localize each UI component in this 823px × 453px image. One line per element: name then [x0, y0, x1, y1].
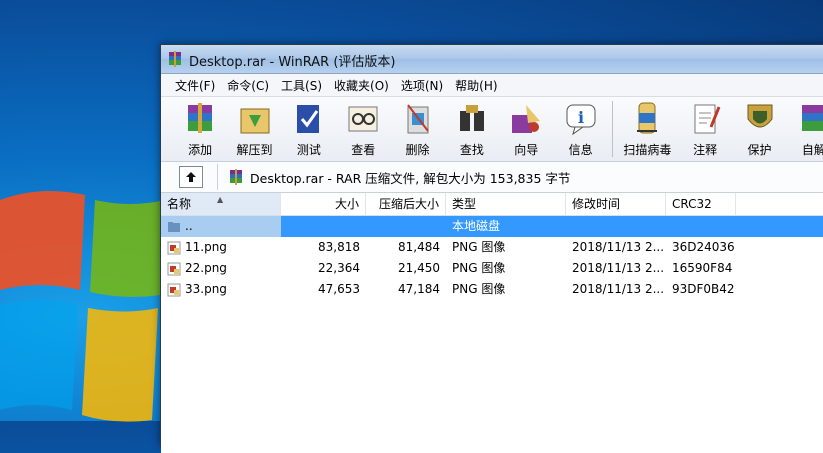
file-size: 22,364 [318, 261, 360, 275]
png-file-icon [167, 262, 181, 275]
test-button[interactable]: 测试 [282, 97, 336, 163]
file-list: ▲ 名称 大小 压缩后大小 类型 修改时间 CRC32 .. 本地磁盘 11.p… [161, 193, 823, 453]
extract-button[interactable]: 解压到 [227, 97, 281, 163]
virus-scan-button[interactable]: 扫描病毒 [617, 97, 678, 163]
table-row[interactable]: 11.png 83,818 81,484 PNG 图像 2018/11/13 2… [161, 237, 823, 258]
protect-label: 保护 [747, 143, 772, 157]
add-icon [188, 103, 213, 133]
file-size: 83,818 [318, 240, 360, 254]
windows-logo-icon [0, 191, 165, 422]
delete-button[interactable]: 删除 [390, 97, 444, 163]
parent-folder-icon [168, 221, 180, 232]
add-button[interactable]: 添加 [173, 97, 227, 163]
menu-favorites[interactable]: 收藏夹(O) [328, 75, 395, 96]
file-modified [566, 216, 666, 237]
find-button[interactable]: 查找 [445, 97, 499, 163]
protect-button[interactable]: 保护 [732, 97, 786, 163]
winrar-window: Desktop.rar - WinRAR (评估版本) 文件(F) 命令(C) … [160, 44, 823, 453]
virus-scan-label: 扫描病毒 [623, 143, 672, 157]
winrar-app-icon [169, 51, 181, 67]
protect-icon [747, 104, 772, 128]
up-folder-button[interactable] [179, 166, 203, 188]
column-crc32[interactable]: CRC32 [666, 193, 736, 215]
up-arrow-icon [186, 172, 196, 182]
table-row[interactable]: 33.png 47,653 47,184 PNG 图像 2018/11/13 2… [161, 279, 823, 300]
comment-button[interactable]: 注释 [678, 97, 732, 163]
extract-icon [240, 108, 270, 134]
info-icon: i [566, 104, 596, 136]
view-button[interactable]: 查看 [336, 97, 390, 163]
sfx-button[interactable]: 自解 [787, 97, 823, 163]
add-label: 添加 [188, 143, 213, 157]
wizard-label: 向导 [514, 143, 539, 157]
file-size: 47,653 [318, 282, 360, 296]
title-bar[interactable]: Desktop.rar - WinRAR (评估版本) [161, 45, 823, 74]
wizard-button[interactable]: 向导 [499, 97, 553, 163]
test-icon [296, 105, 319, 133]
file-modified: 2018/11/13 2... [572, 261, 665, 275]
file-type: PNG 图像 [452, 240, 506, 254]
comment-icon [694, 104, 721, 134]
archive-path-text: Desktop.rar - RAR 压缩文件, 解包大小为 153,835 字节 [250, 170, 571, 186]
column-modified[interactable]: 修改时间 [566, 193, 666, 215]
column-type[interactable]: 类型 [446, 193, 566, 215]
table-row[interactable]: .. 本地磁盘 [161, 216, 823, 237]
file-packed-size [366, 216, 446, 237]
extract-label: 解压到 [236, 143, 273, 157]
column-header: ▲ 名称 大小 压缩后大小 类型 修改时间 CRC32 [161, 193, 823, 216]
find-icon [459, 105, 484, 131]
column-name-label: 名称 [167, 197, 192, 211]
file-packed-size: 47,184 [398, 282, 440, 296]
find-label: 查找 [459, 143, 484, 157]
info-button[interactable]: i 信息 [553, 97, 607, 163]
file-modified: 2018/11/13 2... [572, 240, 665, 254]
menu-file[interactable]: 文件(F) [169, 75, 221, 96]
virus-scan-icon [637, 102, 658, 134]
column-packed[interactable]: 压缩后大小 [366, 193, 446, 215]
file-crc32: 93DF0B42 [672, 282, 735, 296]
rar-archive-icon [230, 169, 242, 185]
menu-bar: 文件(F) 命令(C) 工具(S) 收藏夹(O) 选项(N) 帮助(H) [161, 74, 823, 97]
sort-ascending-icon: ▲ [217, 195, 224, 204]
column-size[interactable]: 大小 [281, 193, 366, 215]
sfx-icon [801, 105, 823, 131]
table-row[interactable]: 22.png 22,364 21,450 PNG 图像 2018/11/13 2… [161, 258, 823, 279]
file-size [281, 216, 366, 237]
window-title: Desktop.rar - WinRAR (评估版本) [189, 55, 396, 70]
toolbar-separator [611, 101, 613, 157]
menu-commands[interactable]: 命令(C) [221, 75, 275, 96]
file-modified: 2018/11/13 2... [572, 282, 665, 296]
file-name: 22.png [185, 261, 227, 275]
file-packed-size: 81,484 [398, 240, 440, 254]
view-icon [348, 106, 378, 132]
file-type: PNG 图像 [452, 282, 506, 296]
svg-text:i: i [578, 108, 584, 127]
menu-tools[interactable]: 工具(S) [275, 75, 328, 96]
file-crc32 [666, 216, 736, 237]
delete-icon [406, 104, 429, 134]
sfx-label: 自解 [801, 143, 823, 157]
test-label: 测试 [296, 143, 321, 157]
file-crc32: 36D24036 [672, 240, 735, 254]
png-file-icon [167, 283, 181, 296]
wizard-icon [512, 105, 541, 133]
delete-label: 删除 [405, 143, 430, 157]
file-crc32: 16590F84 [672, 261, 733, 275]
menu-help[interactable]: 帮助(H) [449, 75, 503, 96]
menu-options[interactable]: 选项(N) [395, 75, 449, 96]
view-label: 查看 [351, 143, 376, 157]
file-type: PNG 图像 [452, 261, 506, 275]
file-name: .. [185, 219, 193, 233]
info-label: 信息 [568, 143, 593, 157]
png-file-icon [167, 241, 181, 254]
toolbar: 添加 解压到 测试 查看 删除 查找 向导 i 信息 扫描病毒 注释 保护 自解 [161, 97, 823, 162]
file-type: 本地磁盘 [452, 219, 501, 233]
file-name: 11.png [185, 240, 227, 254]
file-packed-size: 21,450 [398, 261, 440, 275]
column-name[interactable]: ▲ 名称 [161, 193, 281, 215]
file-name: 33.png [185, 282, 227, 296]
address-bar: Desktop.rar - RAR 压缩文件, 解包大小为 153,835 字节 [161, 162, 823, 193]
address-separator [217, 164, 218, 190]
comment-label: 注释 [693, 143, 718, 157]
